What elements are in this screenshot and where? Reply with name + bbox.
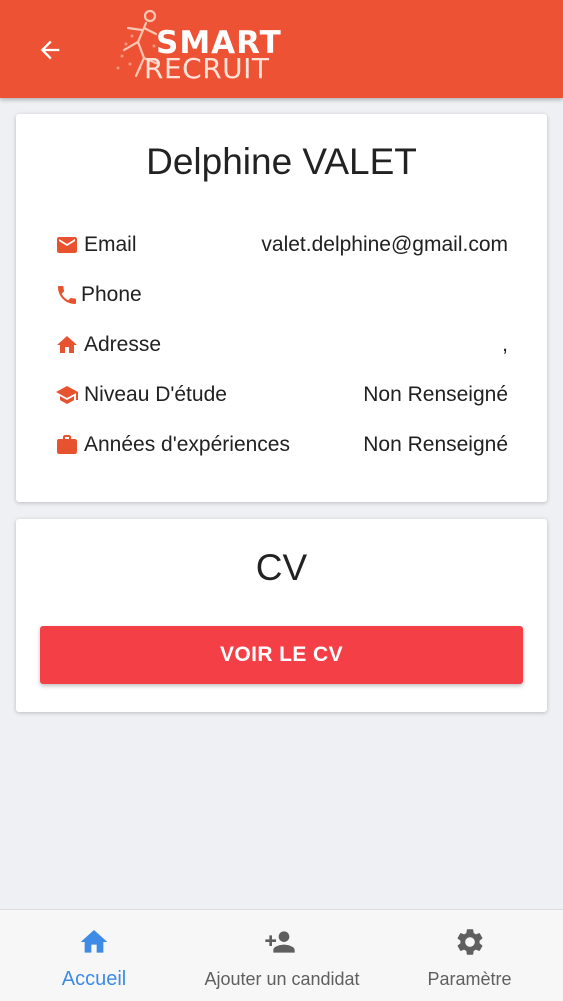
- email-value[interactable]: valet.delphine@gmail.com: [261, 232, 508, 258]
- gear-icon: [457, 929, 483, 955]
- info-row-experience: Années d'expériences Non Renseigné: [54, 429, 508, 461]
- info-row-address: Adresse ,: [54, 329, 508, 361]
- email-label: Email: [84, 233, 137, 256]
- bottom-navigation: Accueil Ajouter un candidat Paramètre: [0, 909, 563, 1001]
- home-icon: [57, 336, 77, 353]
- nav-label-add-candidate: Ajouter un candidat: [204, 969, 360, 989]
- education-label: Niveau D'étude: [84, 383, 227, 406]
- phone-icon: [58, 286, 76, 304]
- view-cv-button[interactable]: VOIR LE CV: [40, 626, 523, 684]
- nav-label-home: Accueil: [61, 968, 127, 990]
- email-icon: [57, 237, 77, 253]
- experience-value: Non Renseigné: [363, 433, 508, 456]
- address-label: Adresse: [84, 333, 162, 356]
- app-bar: SMART RECRUIT: [0, 0, 563, 98]
- back-button[interactable]: [26, 26, 74, 74]
- info-row-phone: Phone: [54, 279, 508, 311]
- phone-label: Phone: [81, 283, 142, 306]
- add-person-icon: [265, 931, 295, 953]
- nav-item-home[interactable]: Accueil: [0, 910, 188, 1001]
- logo-text-recruit: RECRUIT: [144, 52, 270, 85]
- nav-item-settings[interactable]: Paramètre: [376, 910, 563, 1001]
- home-icon: [80, 930, 108, 953]
- cv-title: CV: [255, 547, 308, 588]
- nav-label-settings: Paramètre: [427, 969, 512, 989]
- arrow-left-icon: [40, 40, 60, 60]
- smart-recruit-logo: SMART RECRUIT: [110, 6, 295, 92]
- graduation-cap-icon: [56, 386, 78, 404]
- education-value: Non Renseigné: [363, 383, 508, 406]
- info-row-education: Niveau D'étude Non Renseigné: [54, 379, 508, 411]
- address-value: ,: [502, 333, 508, 356]
- info-row-email: Email valet.delphine@gmail.com: [54, 229, 508, 261]
- candidate-name: Delphine VALET: [146, 141, 417, 182]
- nav-item-add-candidate[interactable]: Ajouter un candidat: [188, 910, 376, 1001]
- experience-label: Années d'expériences: [84, 433, 290, 456]
- briefcase-icon: [57, 435, 77, 454]
